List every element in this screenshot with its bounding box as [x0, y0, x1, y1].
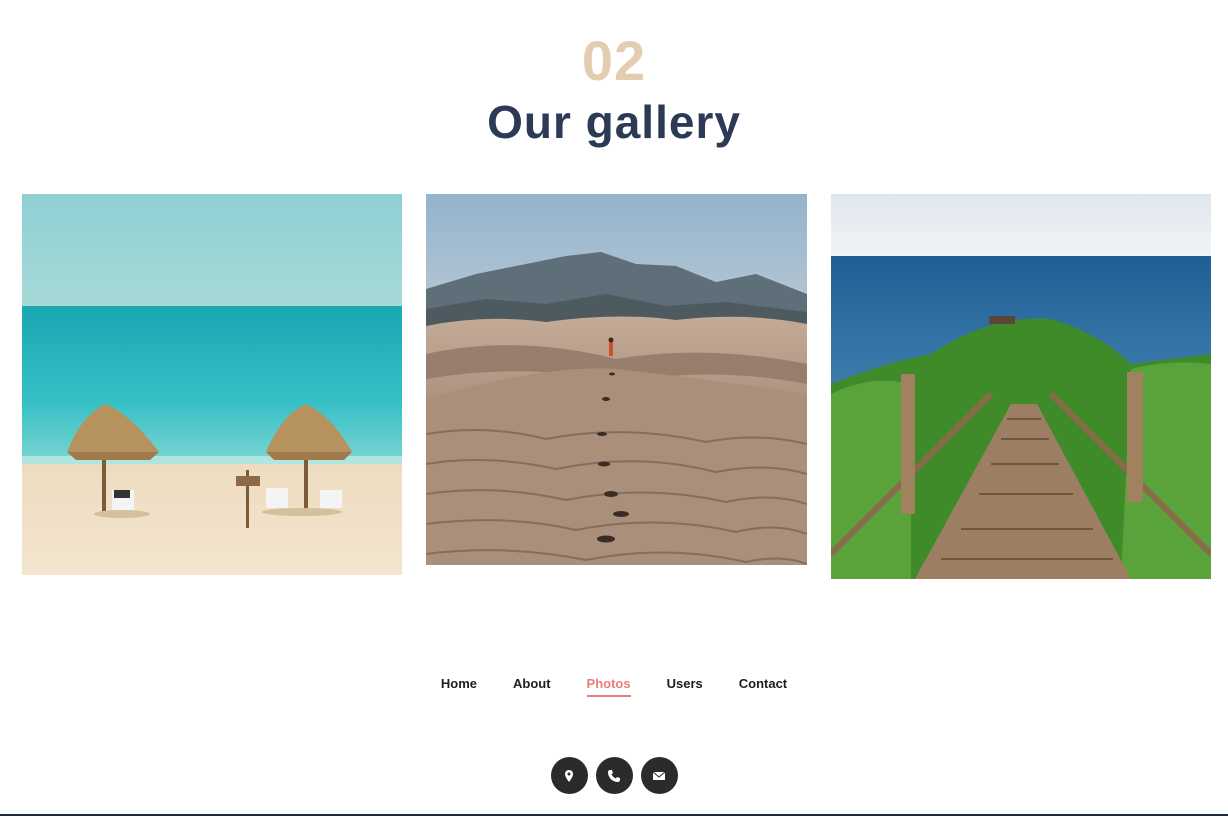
gallery-photo-stairway[interactable]	[831, 194, 1211, 579]
nav-about[interactable]: About	[513, 676, 551, 697]
section-title: Our gallery	[487, 96, 741, 148]
nav-contact[interactable]: Contact	[739, 676, 787, 697]
stairway-image	[831, 194, 1211, 579]
nav-home[interactable]: Home	[441, 676, 477, 697]
footer-nav: Home About Photos Users Contact	[0, 676, 1228, 697]
nav-photos[interactable]: Photos	[586, 676, 631, 697]
phone-button[interactable]	[595, 757, 633, 794]
location-pin-icon	[565, 769, 573, 782]
gallery-photo-beach[interactable]	[22, 194, 402, 575]
mail-button[interactable]	[640, 757, 678, 794]
beach-image	[22, 194, 402, 575]
nav-users[interactable]: Users	[667, 676, 703, 697]
section-number: 02	[581, 29, 647, 92]
contact-icons	[0, 757, 1228, 794]
footer-divider	[0, 814, 1228, 816]
desert-image	[426, 194, 807, 565]
location-button[interactable]	[550, 757, 588, 794]
phone-icon	[608, 769, 620, 782]
gallery-photo-desert[interactable]	[426, 194, 807, 565]
mail-icon	[652, 771, 666, 780]
